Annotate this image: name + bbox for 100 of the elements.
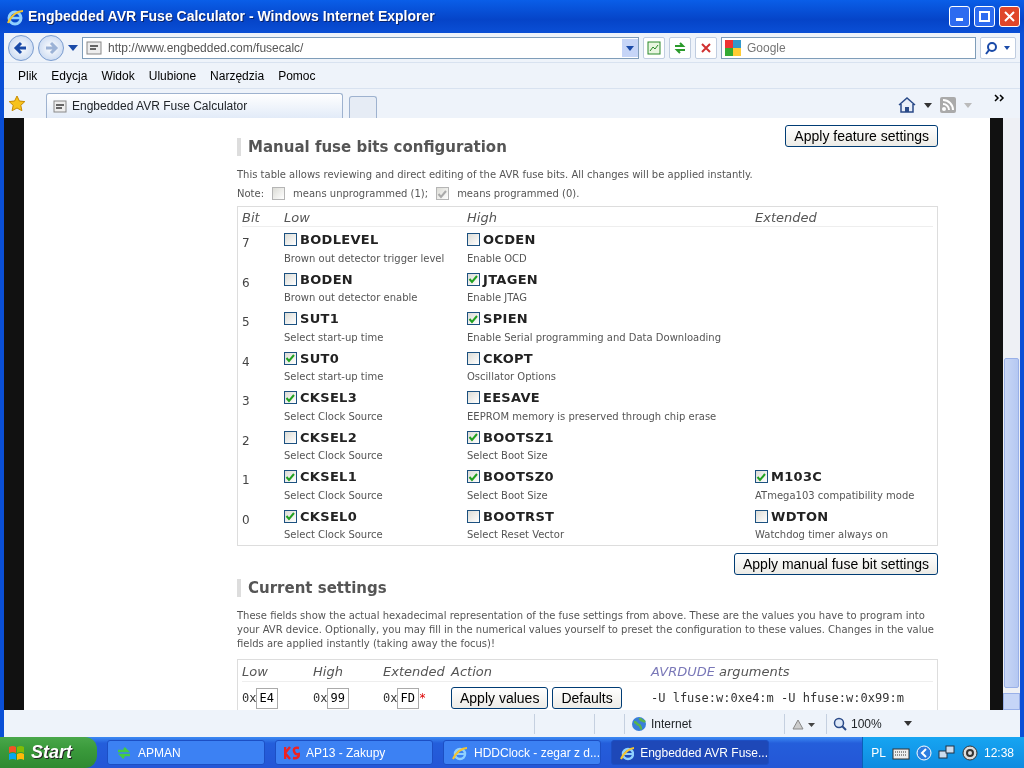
checkbox[interactable] <box>467 312 480 326</box>
avrdude-link[interactable]: AVRDUDE <box>651 664 715 679</box>
fuse-name: CKSEL0 <box>300 507 357 526</box>
menu-item[interactable]: Ulubione <box>142 64 203 87</box>
search-button[interactable] <box>980 36 1016 59</box>
start-button[interactable]: Start <box>0 737 97 768</box>
fuse-description: Select Boot Size <box>467 449 549 462</box>
checkbox[interactable] <box>284 430 297 444</box>
apply-manual-button[interactable]: Apply manual fuse bit settings <box>734 553 938 575</box>
checkbox[interactable] <box>284 351 297 365</box>
maximize-button[interactable] <box>974 6 995 27</box>
checkbox[interactable] <box>467 470 480 484</box>
description-text: This table allows reviewing and direct editing of the AVR fuse bits. All changes will be applied instantly. <box>237 168 754 181</box>
fuse-name: CKSEL2 <box>300 428 357 447</box>
fuse-description: Watchdog timer always on <box>755 528 889 541</box>
menu-item[interactable]: Widok <box>95 64 141 87</box>
minimize-button[interactable] <box>949 6 970 27</box>
fuse-name: WDTON <box>771 507 829 526</box>
caret-icon[interactable] <box>924 102 932 108</box>
dropdown-icon[interactable] <box>622 38 638 57</box>
tray-app-icon[interactable] <box>961 744 978 761</box>
checkbox[interactable] <box>284 272 297 286</box>
home-icon[interactable] <box>898 97 916 113</box>
expand-icon[interactable] <box>915 744 932 761</box>
caret-icon[interactable] <box>903 721 912 726</box>
back-button[interactable] <box>8 34 34 61</box>
hex-input[interactable]: E4 <box>256 687 279 709</box>
bit-number: 3 <box>242 394 250 408</box>
fuse-description: Enable JTAG <box>467 291 528 304</box>
chevron-icon[interactable] <box>994 94 1006 102</box>
legend-text: means programmed (0). <box>457 187 580 200</box>
window-title: Engbedded AVR Fuse Calculator - Windows Internet Explorer <box>28 7 436 26</box>
checkbox[interactable] <box>284 391 297 405</box>
action-button[interactable]: Apply values <box>451 687 549 709</box>
fuse-description: Enable Serial programming and Data Downloading <box>467 330 722 344</box>
column-header: Bit <box>242 210 260 225</box>
browser-icon <box>452 744 468 761</box>
favorites-star-icon[interactable] <box>8 95 26 113</box>
checkbox[interactable] <box>467 509 480 523</box>
stop-button[interactable] <box>695 36 717 59</box>
hex-input[interactable]: FD <box>397 687 420 709</box>
checkbox[interactable] <box>467 430 480 444</box>
fuse-name: CKSEL1 <box>300 468 357 486</box>
caret-icon[interactable] <box>68 44 78 51</box>
keyboard-icon[interactable] <box>891 745 910 760</box>
close-button[interactable] <box>999 6 1020 27</box>
fuse-description: Select Clock Source <box>284 449 384 462</box>
checkbox[interactable] <box>467 351 480 365</box>
menu-item[interactable]: Pomoc <box>272 64 322 87</box>
taskbar-button[interactable]: AP13 - Zakupy <box>275 740 433 765</box>
back-arrow-icon <box>13 39 29 56</box>
hex-input[interactable]: 99 <box>327 687 350 709</box>
compatibility-button[interactable] <box>643 36 665 59</box>
checkbox[interactable] <box>755 470 768 484</box>
checkbox[interactable] <box>284 470 297 484</box>
checkbox[interactable] <box>755 509 768 523</box>
section-heading: Manual fuse bits configuration <box>237 138 507 156</box>
close-icon <box>1004 11 1015 22</box>
fuse-description: Select Clock Source <box>284 409 384 423</box>
bit-number: 5 <box>242 315 250 329</box>
fuse-description: Select Clock Source <box>284 488 384 502</box>
fuse-name: BODLEVEL <box>300 231 379 249</box>
menu-item[interactable]: Plik <box>12 64 44 87</box>
bit-number: 7 <box>242 236 250 250</box>
action-button[interactable]: Defaults <box>552 687 622 709</box>
apply-feature-button[interactable]: Apply feature settings <box>785 125 938 147</box>
address-bar[interactable]: http://www.engbedded.com/fusecalc/ <box>82 36 639 59</box>
checkbox[interactable] <box>284 509 297 523</box>
fuse-name: SUT1 <box>300 310 340 328</box>
browser-icon <box>620 744 635 761</box>
taskbar-button[interactable]: Engbedded AVR Fuse... <box>611 740 769 765</box>
fuse-name: SUT0 <box>300 349 340 368</box>
scrollbar[interactable] <box>1003 118 1020 710</box>
refresh-button[interactable] <box>669 36 691 59</box>
network-icon[interactable] <box>937 744 956 761</box>
search-box[interactable]: Google <box>721 36 976 59</box>
fuse-name: SPIEN <box>483 310 528 328</box>
checkbox[interactable] <box>467 272 480 286</box>
taskbar-button[interactable]: HDDClock - zegar z d... <box>443 740 601 765</box>
fuse-name: OCDEN <box>483 231 536 249</box>
checkbox[interactable] <box>284 233 297 247</box>
browser-tab[interactable]: Engbedded AVR Fuse Calculator <box>46 93 343 118</box>
refresh-icon <box>673 40 687 55</box>
chart-page-icon <box>647 40 661 55</box>
fuse-name: JTAGEN <box>483 270 538 289</box>
taskbar-button[interactable]: APMAN <box>107 740 265 765</box>
bit-number: 0 <box>242 512 250 527</box>
search-field[interactable]: Google <box>745 37 975 58</box>
address-field[interactable]: http://www.engbedded.com/fusecalc/ <box>106 37 618 58</box>
description-text: These fields show the actual hexadecimal representation of the fuse settings from above. These are the values you have to program into your AVR device. Optionally, you may fill in the numerical values yourself to preset the configuration to these values. Changes in the value fields are applied instantly (taking away the focus)! <box>237 609 935 651</box>
zoom-level[interactable]: 100% <box>851 714 882 733</box>
menu-item[interactable]: Edycja <box>45 64 94 87</box>
checkbox[interactable] <box>284 312 297 326</box>
page-icon <box>86 40 102 55</box>
menu-item[interactable]: Narzędzia <box>204 64 271 87</box>
checkbox[interactable] <box>467 233 480 247</box>
checkbox[interactable] <box>467 391 480 405</box>
bit-number: 1 <box>242 473 250 487</box>
zoom-icon[interactable] <box>833 716 847 731</box>
fuse-name: BOOTSZ1 <box>483 428 554 447</box>
